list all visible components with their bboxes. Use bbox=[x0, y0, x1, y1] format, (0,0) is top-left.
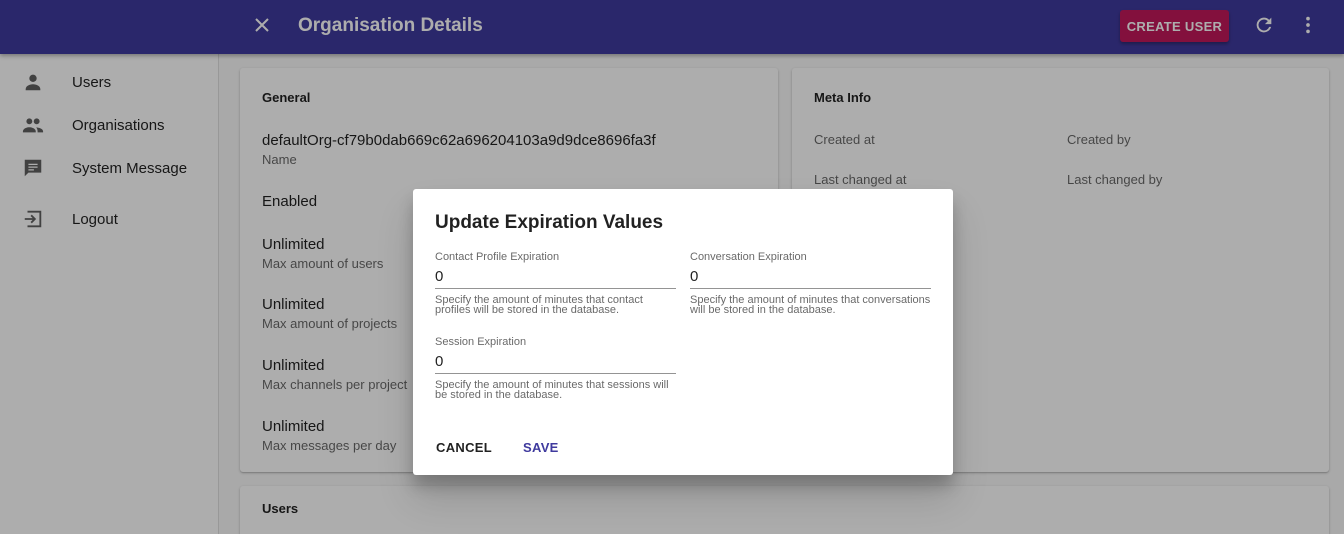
session-expiration-hint: Specify the amount of minutes that sessi… bbox=[435, 379, 669, 401]
contact-profile-expiration-hint: Specify the amount of minutes that conta… bbox=[435, 294, 643, 316]
conversation-expiration-label: Conversation Expiration bbox=[690, 251, 807, 263]
conversation-expiration-hint: Specify the amount of minutes that conve… bbox=[690, 294, 931, 316]
update-expiration-dialog: Update Expiration Values Contact Profile… bbox=[413, 189, 953, 475]
cancel-button[interactable]: CANCEL bbox=[436, 440, 492, 455]
save-button[interactable]: SAVE bbox=[523, 440, 559, 455]
contact-profile-expiration-label: Contact Profile Expiration bbox=[435, 251, 560, 263]
session-expiration-input[interactable] bbox=[435, 350, 676, 374]
session-expiration-label: Session Expiration bbox=[435, 336, 527, 348]
dialog-title: Update Expiration Values bbox=[435, 212, 664, 233]
contact-profile-expiration-input[interactable] bbox=[435, 265, 676, 289]
conversation-expiration-input[interactable] bbox=[690, 265, 931, 289]
